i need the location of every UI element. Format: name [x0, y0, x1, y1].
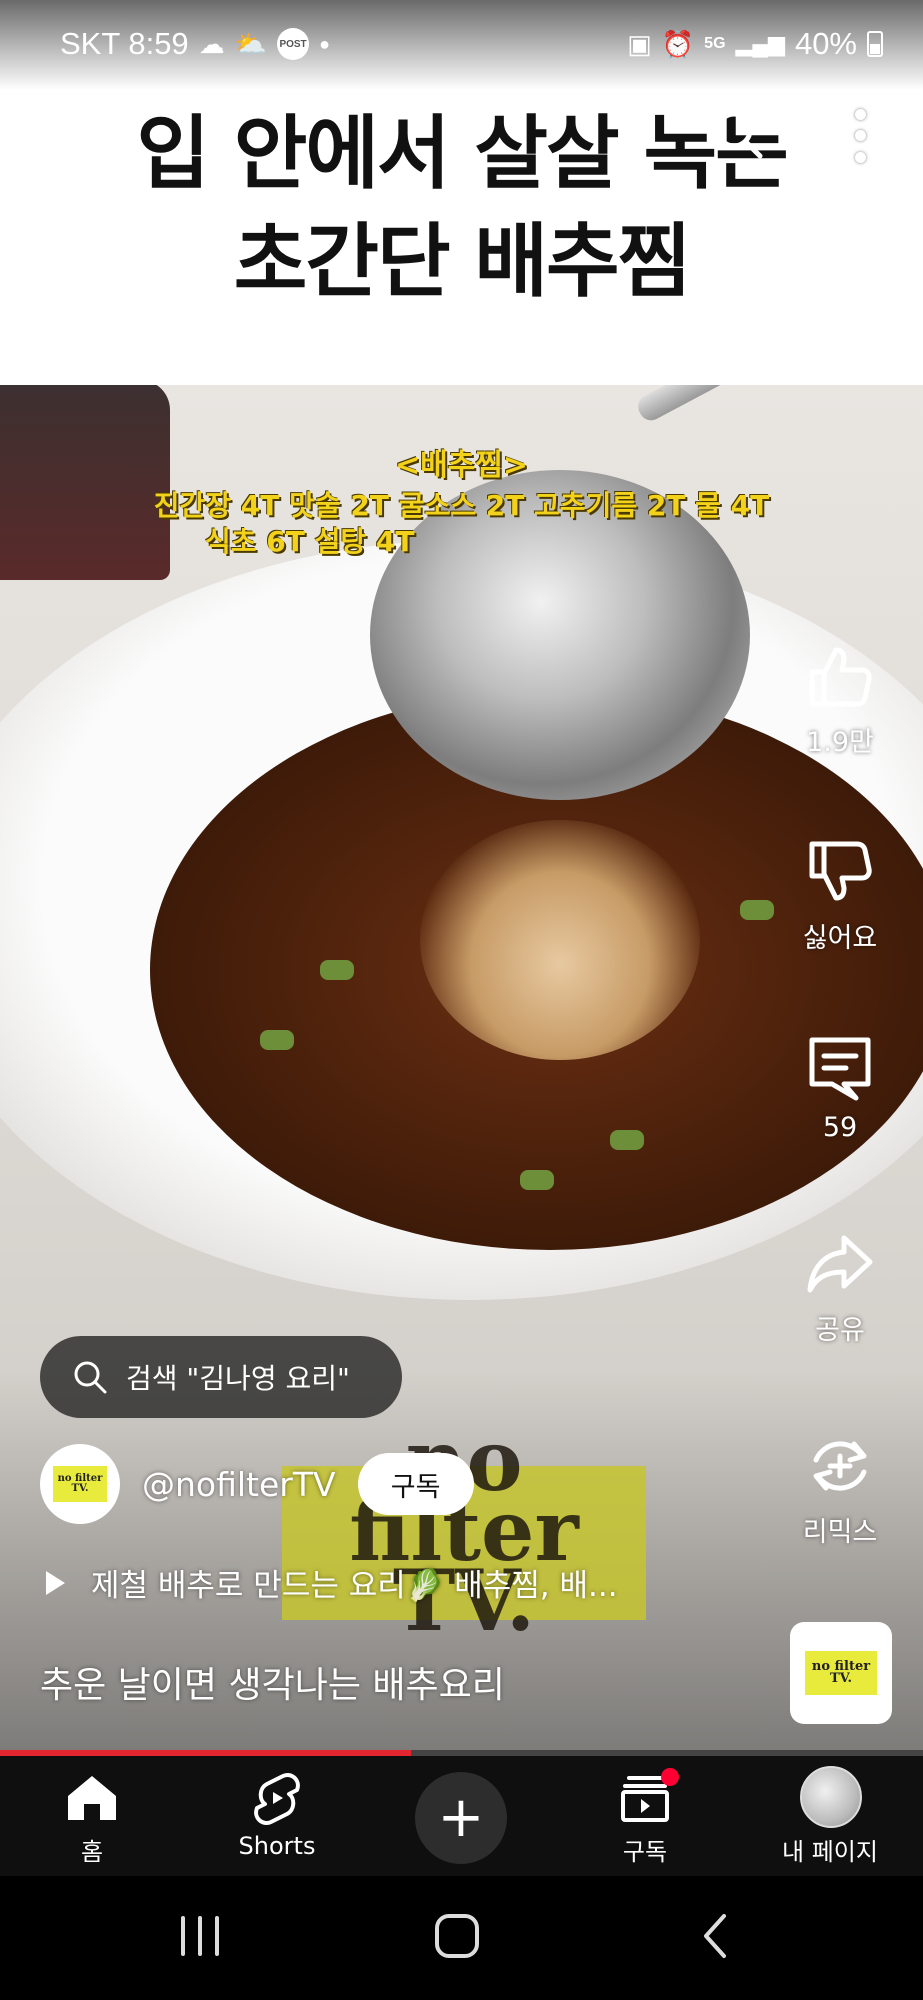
weather-icon: ⛅	[234, 28, 268, 59]
nav-subscriptions[interactable]: 구독	[555, 1756, 735, 1876]
home-system-button[interactable]	[422, 1906, 492, 1966]
recipe-overlay: <배추찜> 진간장 4T 맛술 2T 굴소스 2T 고추기름 2T 물 4T 식…	[0, 440, 923, 560]
recents-icon	[181, 1916, 219, 1956]
share-button[interactable]: 공유	[780, 1228, 900, 1347]
status-left: SKT 8:59 ☁ ⛅ POST ●	[60, 26, 330, 62]
lock-icon: ▣	[627, 28, 652, 59]
system-nav-bar	[0, 1876, 923, 2000]
remix-button[interactable]: 리믹스	[780, 1430, 900, 1549]
battery-percent: 40%	[794, 26, 857, 61]
scallion	[740, 900, 774, 920]
share-icon	[807, 1235, 873, 1293]
recipe-line-2: 식초 6T 설탕 4T	[205, 525, 415, 558]
sound-thumbnail[interactable]: no filter TV.	[790, 1622, 892, 1724]
headline-line-2: 초간단 배추찜	[233, 215, 691, 308]
recipe-title: <배추찜>	[394, 448, 529, 483]
carrier-time: SKT 8:59	[60, 26, 189, 61]
thumb-down-icon	[809, 841, 872, 901]
battery-icon	[867, 31, 883, 57]
dislike-label: 싫어요	[802, 923, 878, 954]
top-controls	[0, 100, 923, 180]
notification-dot-icon: ●	[319, 33, 330, 54]
sugar-pile	[420, 820, 700, 1060]
like-count: 1.9만	[806, 727, 874, 758]
signal-icon: ▂▄▆	[735, 31, 785, 56]
search-suggestion-text: 검색 "김나영 요리"	[126, 1362, 350, 1395]
nav-you[interactable]: 내 페이지	[740, 1756, 920, 1876]
back-system-button[interactable]	[682, 1906, 752, 1966]
comment-button[interactable]: 59	[780, 1032, 900, 1143]
back-arrow-icon	[54, 114, 94, 154]
channel-logo: no filter TV.	[53, 1466, 107, 1502]
channel-avatar[interactable]: no filter TV.	[40, 1444, 120, 1524]
search-icon	[715, 111, 763, 159]
nav-home-label: 홈	[80, 1838, 104, 1866]
sound-logo: no filter TV.	[805, 1651, 877, 1695]
channel-handle[interactable]: @nofilterTV	[142, 1465, 336, 1504]
scallion	[610, 1130, 644, 1150]
like-button[interactable]: 1.9만	[780, 640, 900, 759]
profile-avatar	[800, 1766, 862, 1828]
comment-count: 59	[822, 1112, 858, 1143]
status-bar: SKT 8:59 ☁ ⛅ POST ● ▣ ⏰ 5G ▂▄▆ 40%	[0, 0, 923, 90]
bottom-nav: 홈 Shorts + 구독 내 페이지	[0, 1756, 923, 1876]
search-icon	[74, 1361, 107, 1394]
home-square-icon	[435, 1914, 479, 1958]
home-icon	[68, 1776, 116, 1820]
nav-shorts[interactable]: Shorts	[187, 1756, 367, 1876]
network-type: 5G	[704, 35, 726, 52]
subscribe-button[interactable]: 구독	[357, 1453, 474, 1515]
nav-home[interactable]: 홈	[2, 1756, 182, 1876]
more-button[interactable]	[845, 104, 875, 168]
playlist-text: 제철 배추로 만드는 요리🥬 배추찜, 배...	[91, 1568, 618, 1604]
remix-icon	[813, 1441, 867, 1491]
notification-dot	[661, 1768, 679, 1786]
nav-subscriptions-label: 구독	[622, 1838, 668, 1866]
playlist-link[interactable]: 제철 배추로 만드는 요리🥬 배추찜, 배...	[46, 1560, 746, 1605]
comment-icon	[809, 1037, 871, 1101]
scallion	[260, 1030, 294, 1050]
video-caption[interactable]: 추운 날이면 생각나는 배추요리	[40, 1656, 505, 1708]
alarm-icon: ⏰	[661, 28, 695, 59]
search-suggestion-chip[interactable]: 검색 "김나영 요리"	[40, 1336, 402, 1418]
dislike-button[interactable]: 싫어요	[780, 836, 900, 955]
recipe-line-1: 진간장 4T 맛술 2T 굴소스 2T 고추기름 2T 물 4T	[153, 489, 770, 522]
scallion	[520, 1170, 554, 1190]
back-button[interactable]	[40, 104, 104, 168]
shorts-icon	[254, 1773, 300, 1825]
recents-button[interactable]	[165, 1906, 235, 1966]
nav-shorts-label: Shorts	[238, 1832, 316, 1860]
more-vert-icon	[854, 109, 866, 121]
cloud-icon: ☁	[198, 28, 225, 59]
scallion	[320, 960, 354, 980]
play-icon	[46, 1570, 65, 1595]
post-icon: POST	[277, 28, 310, 60]
channel-row: no filter TV. @nofilterTV 구독	[40, 1444, 474, 1524]
thumb-up-icon	[809, 647, 872, 707]
create-button[interactable]: +	[415, 1772, 507, 1864]
nav-you-label: 내 페이지	[782, 1838, 878, 1866]
share-label: 공유	[815, 1315, 865, 1346]
remix-label: 리믹스	[802, 1517, 878, 1548]
status-right: ▣ ⏰ 5G ▂▄▆ 40%	[627, 26, 883, 62]
search-button[interactable]	[708, 104, 772, 168]
chevron-left-icon	[704, 1914, 726, 1958]
